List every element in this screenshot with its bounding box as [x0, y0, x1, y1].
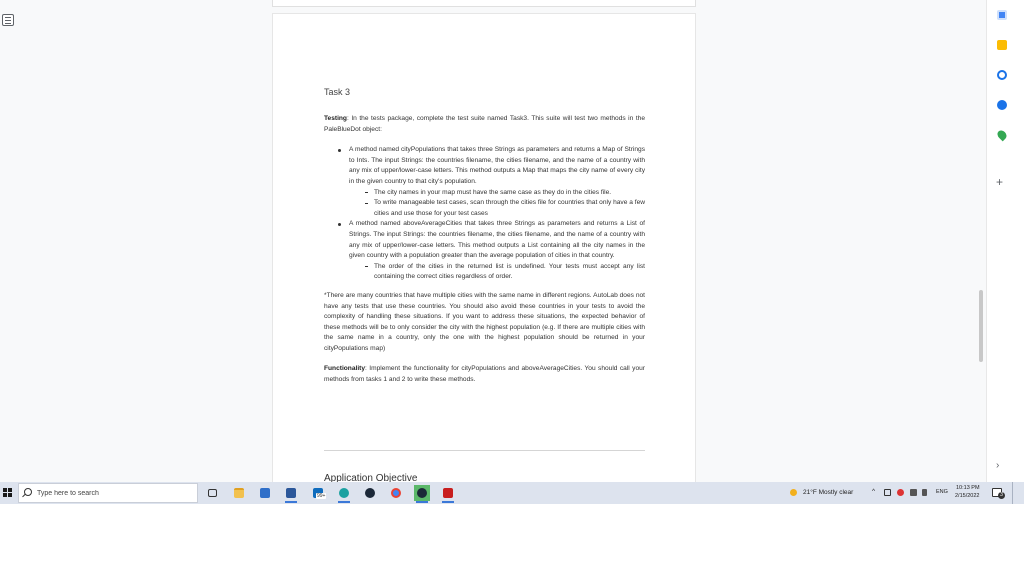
sub-list-item: To write manageable test cases, scan thr… [365, 198, 645, 219]
task-view-button[interactable] [204, 485, 220, 501]
functionality-paragraph: Functionality: Implement the functionali… [324, 364, 645, 385]
usb-icon[interactable] [884, 489, 891, 496]
language-indicator[interactable]: ENG [936, 489, 948, 495]
store-icon[interactable] [257, 485, 273, 501]
list-item: A method named aboveAverageCities that t… [338, 219, 645, 283]
word-icon[interactable] [283, 485, 299, 503]
sub-list: The order of the cities in the returned … [349, 262, 645, 283]
testing-label: Testing [324, 115, 347, 122]
side-panel [986, 0, 1024, 482]
testing-text: : In the tests package, complete the tes… [324, 115, 645, 133]
game-app-icon[interactable] [440, 485, 456, 503]
document-viewer[interactable]: Task 3 Testing: In the tests package, co… [0, 0, 1024, 482]
list-item: A method named cityPopulations that take… [338, 145, 645, 220]
document-page[interactable]: Task 3 Testing: In the tests package, co… [272, 13, 696, 482]
scrollbar-thumb[interactable] [979, 290, 983, 362]
keep-icon[interactable] [997, 40, 1007, 50]
sub-list: The city names in your map must have the… [349, 188, 645, 220]
search-icon [24, 488, 32, 496]
tasks-icon[interactable] [997, 70, 1007, 80]
clock-time[interactable]: 10:13 PM [956, 485, 980, 491]
bullet-text: A method named aboveAverageCities that t… [349, 220, 645, 260]
start-button[interactable] [3, 488, 13, 498]
horizontal-rule [324, 450, 645, 451]
screen: Task 3 Testing: In the tests package, co… [0, 0, 1024, 576]
taskbar: 99+ 21°F Mostly clear ^ ENG 10:13 PM 2/1… [0, 482, 1024, 504]
mail-icon[interactable]: 99+ [310, 485, 327, 501]
volume-icon[interactable] [922, 489, 927, 496]
file-explorer-icon[interactable] [231, 485, 247, 501]
testing-paragraph: Testing: In the tests package, complete … [324, 114, 645, 135]
steam-icon[interactable] [362, 485, 378, 501]
maps-icon[interactable] [995, 128, 1009, 142]
edge-icon[interactable] [336, 485, 352, 503]
steam-app-icon[interactable] [414, 485, 430, 503]
method-list: A method named cityPopulations that take… [324, 145, 645, 283]
chrome-icon[interactable] [388, 485, 404, 501]
mail-badge: 99+ [316, 493, 327, 499]
weather-icon[interactable] [790, 489, 797, 496]
taskbar-search[interactable] [18, 483, 198, 503]
contacts-icon[interactable] [997, 100, 1007, 110]
page-heading: Task 3 [324, 87, 351, 97]
sub-list-item: The order of the cities in the returned … [365, 262, 645, 283]
bullet-text: A method named cityPopulations that take… [349, 146, 645, 185]
weather-text[interactable]: 21°F Mostly clear [803, 489, 853, 496]
add-addon-icon[interactable]: + [996, 175, 1003, 189]
calendar-icon[interactable] [997, 10, 1007, 20]
antivirus-icon[interactable] [897, 489, 904, 496]
show-desktop-button[interactable] [1012, 482, 1013, 504]
sub-list-item: The city names in your map must have the… [365, 188, 645, 199]
network-icon[interactable] [910, 489, 917, 496]
document-content: Task 3 Testing: In the tests package, co… [324, 86, 645, 396]
notification-count: 3 [998, 492, 1005, 499]
search-input[interactable] [37, 486, 187, 500]
clock-date[interactable]: 2/15/2022 [955, 493, 979, 499]
next-section-heading: Application Objective [324, 473, 418, 482]
document-outline-icon[interactable] [2, 14, 14, 26]
previous-page-edge [272, 0, 696, 7]
functionality-label: Functionality [324, 365, 366, 373]
note-paragraph: *There are many countries that have mult… [324, 291, 645, 352]
functionality-text: : Implement the functionality for cityPo… [324, 365, 645, 384]
chevron-up-icon[interactable]: ^ [872, 488, 875, 495]
chevron-right-icon[interactable]: › [996, 460, 999, 471]
